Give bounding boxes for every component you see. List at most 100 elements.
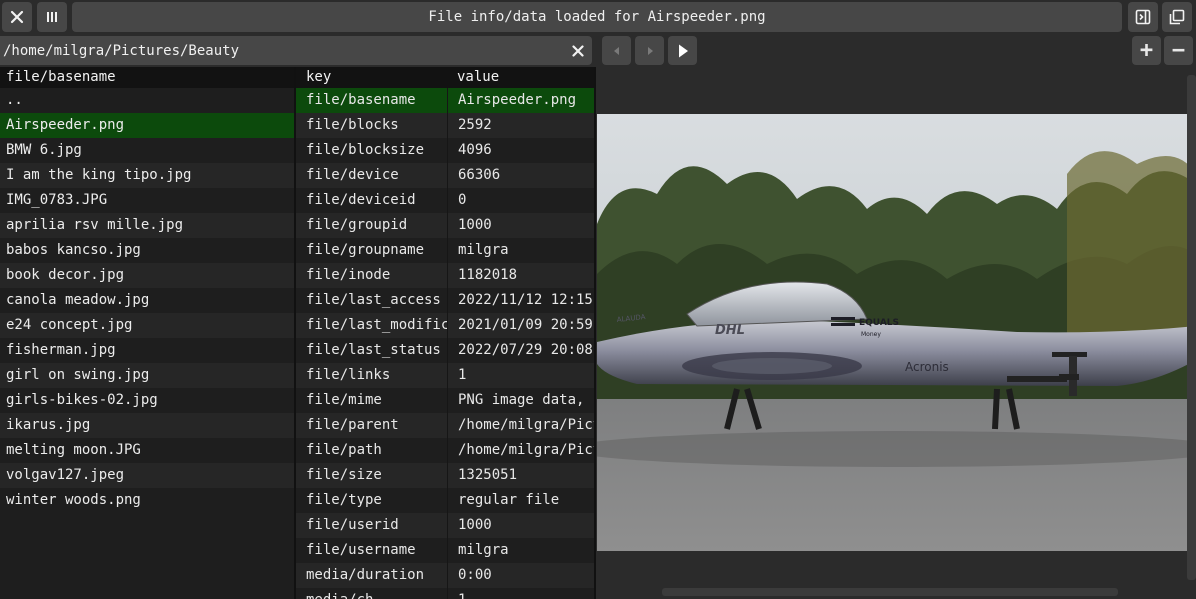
horizontal-scrollbar[interactable] xyxy=(662,588,1118,596)
chevron-left-icon xyxy=(613,46,619,55)
info-table-header: key value xyxy=(296,67,594,88)
column-header-key[interactable]: key xyxy=(296,67,447,88)
play-button[interactable] xyxy=(668,36,697,65)
zoom-in-button[interactable]: + xyxy=(1132,36,1161,65)
file-list-item[interactable]: I am the king tipo.jpg xyxy=(0,163,294,188)
info-value-cell: 1 xyxy=(448,588,594,599)
close-icon xyxy=(10,10,24,24)
info-value-cell: milgra xyxy=(458,242,509,258)
info-key-cell: file/last_modifica xyxy=(296,313,448,338)
file-list-item[interactable]: ikarus.jpg xyxy=(0,413,294,438)
table-row[interactable]: file/links 1 xyxy=(296,363,594,388)
info-key-cell: file/last_access xyxy=(296,288,448,313)
table-row[interactable]: file/type regular file xyxy=(296,488,594,513)
top-toolbar: File info/data loaded for Airspeeder.png xyxy=(0,0,1196,34)
side-panel-icon xyxy=(1135,9,1151,25)
table-row[interactable]: file/basename Airspeeder.png xyxy=(296,88,594,113)
file-list-item[interactable]: aprilia rsv mille.jpg xyxy=(0,213,294,238)
info-value-cell: regular file xyxy=(458,492,560,508)
info-value-cell: milgra xyxy=(458,542,509,558)
preview-image: DHL EQUALS Money Acronis ALAUDA xyxy=(597,114,1196,551)
maximize-button[interactable] xyxy=(1162,2,1192,32)
table-row[interactable]: file/deviceid 0 xyxy=(296,188,594,213)
file-list-item[interactable]: book decor.jpg xyxy=(0,263,294,288)
path-input[interactable]: /home/milgra/Pictures/Beauty xyxy=(0,36,592,65)
table-row[interactable]: file/last_modifica 2021/01/09 20:59: xyxy=(296,313,594,338)
file-list-item[interactable]: girls-bikes-02.jpg xyxy=(0,388,294,413)
file-list-item[interactable]: e24 concept.jpg xyxy=(0,313,294,338)
info-value-cell: 1000 xyxy=(458,517,492,533)
window-title: File info/data loaded for Airspeeder.png xyxy=(72,2,1122,32)
info-value-cell: 1000 xyxy=(458,217,492,233)
info-value-cell: 2021/01/09 20:59: xyxy=(458,317,596,333)
table-row[interactable]: file/device 66306 xyxy=(296,163,594,188)
file-list-item[interactable]: babos kancso.jpg xyxy=(0,238,294,263)
table-row[interactable]: media/ch1 xyxy=(296,588,594,599)
table-row[interactable]: file/groupname milgra xyxy=(296,238,594,263)
table-row[interactable]: file/size 1325051 xyxy=(296,463,594,488)
file-list-item[interactable]: BMW 6.jpg xyxy=(0,138,294,163)
info-value-cell: 2022/07/29 20:08: xyxy=(458,342,596,358)
table-row[interactable]: file/last_access 2022/11/12 12:15: xyxy=(296,288,594,313)
info-value-cell: 4096 xyxy=(458,142,492,158)
path-clear-button[interactable] xyxy=(566,36,590,65)
info-key-cell: file/basename xyxy=(296,88,448,113)
svg-text:DHL: DHL xyxy=(715,323,745,338)
file-list-header[interactable]: file/basename xyxy=(0,67,294,88)
info-value-cell: /home/milgra/Pict xyxy=(458,417,596,433)
table-row[interactable]: file/parent/home/milgra/Pict xyxy=(296,413,594,438)
table-row[interactable]: file/blocksize 4096 xyxy=(296,138,594,163)
table-row[interactable]: file/groupid 1000 xyxy=(296,213,594,238)
info-value-cell: 2592 xyxy=(458,117,492,133)
info-key-cell: file/mime xyxy=(296,388,448,413)
file-list-item[interactable]: IMG_0783.JPG xyxy=(0,188,294,213)
info-key-cell: file/blocks xyxy=(296,113,448,138)
info-key-cell: file/path xyxy=(296,438,448,463)
info-key-cell: file/type xyxy=(296,488,448,513)
info-key-cell: file/blocksize xyxy=(296,138,448,163)
file-list-item[interactable]: .. xyxy=(0,88,294,113)
info-key-cell: file/inode xyxy=(296,263,448,288)
info-value-cell: 2022/11/12 12:15: xyxy=(458,292,596,308)
image-viewer[interactable]: DHL EQUALS Money Acronis ALAUDA xyxy=(597,67,1196,599)
file-list-item[interactable]: canola meadow.jpg xyxy=(0,288,294,313)
file-list-item[interactable]: Airspeeder.png xyxy=(0,113,294,138)
table-row[interactable]: file/userid 1000 xyxy=(296,513,594,538)
table-row[interactable]: file/mime PNG image data, 1 xyxy=(296,388,594,413)
previous-button[interactable] xyxy=(602,36,631,65)
info-value-cell: 66306 xyxy=(458,167,501,183)
close-button[interactable] xyxy=(2,2,32,32)
vertical-scrollbar[interactable] xyxy=(1187,75,1196,580)
table-row[interactable]: file/username milgra xyxy=(296,538,594,563)
table-row[interactable]: media/duration 0:00 xyxy=(296,563,594,588)
zoom-out-button[interactable]: − xyxy=(1164,36,1193,65)
chevron-right-icon xyxy=(647,46,653,55)
info-value-cell: 1182018 xyxy=(458,267,518,283)
info-value-cell: 1 xyxy=(458,367,467,383)
info-value-cell: Airspeeder.png xyxy=(458,92,577,108)
table-row[interactable]: file/path/home/milgra/Pict xyxy=(296,438,594,463)
file-list[interactable]: file/basename .. Airspeeder.png BMW 6.jpg I… xyxy=(0,67,296,599)
play-icon xyxy=(678,44,688,57)
next-button[interactable] xyxy=(635,36,664,65)
info-table[interactable]: key value file/basename Airspeeder.png fil… xyxy=(296,67,596,599)
file-list-item[interactable]: melting moon.JPG xyxy=(0,438,294,463)
info-key-cell: media/duration xyxy=(296,563,448,588)
column-header-value[interactable]: value xyxy=(447,67,594,88)
info-key-cell: file/parent xyxy=(296,413,448,438)
info-value-cell: 0:00 xyxy=(458,567,492,583)
table-row[interactable]: file/last_status 2022/07/29 20:08: xyxy=(296,338,594,363)
file-list-item[interactable]: girl on swing.jpg xyxy=(0,363,294,388)
info-key-cell: file/groupid xyxy=(296,213,448,238)
info-key-cell: media/ch xyxy=(296,588,448,599)
file-list-item[interactable]: volgav127.jpeg xyxy=(0,463,294,488)
close-icon xyxy=(572,44,584,57)
side-panel-button[interactable] xyxy=(1128,2,1158,32)
info-key-cell: file/deviceid xyxy=(296,188,448,213)
table-row[interactable]: file/inode 1182018 xyxy=(296,263,594,288)
columns-icon xyxy=(47,12,57,22)
file-list-item[interactable]: fisherman.jpg xyxy=(0,338,294,363)
table-row[interactable]: file/blocks 2592 xyxy=(296,113,594,138)
columns-button[interactable] xyxy=(37,2,67,32)
file-list-item[interactable]: winter woods.png xyxy=(0,488,294,513)
